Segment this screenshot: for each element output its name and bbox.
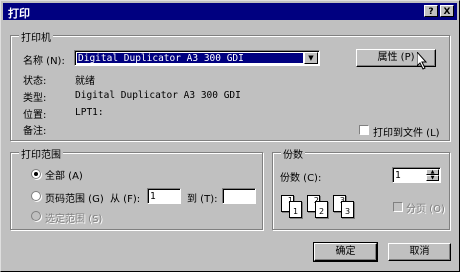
window-title: 打印 xyxy=(8,7,30,20)
all-pages-radio[interactable] xyxy=(31,169,41,179)
print-to-file-label[interactable]: 打印到文件 (L) xyxy=(373,124,440,139)
status-label: 状态: xyxy=(23,76,47,87)
ok-button[interactable]: 确定 xyxy=(313,242,378,262)
page-icon: 3 xyxy=(341,201,354,218)
title-bar[interactable]: 打印 ? X xyxy=(3,3,457,20)
from-value: 1 xyxy=(150,191,156,202)
type-value: Digital Duplicator A3 300 GDI xyxy=(75,90,241,101)
cancel-button[interactable]: 取消 xyxy=(388,243,451,261)
page-icon: 2 xyxy=(315,201,328,218)
to-input[interactable] xyxy=(222,188,256,204)
collate-label[interactable]: 分页 (O) xyxy=(406,200,445,215)
printer-name-combobox[interactable]: Digital Duplicator A3 300 GDI ▼ xyxy=(74,50,320,66)
print-to-file-checkbox[interactable] xyxy=(359,125,369,135)
printer-group-title: 打印机 xyxy=(19,29,53,44)
page-range-label[interactable]: 页码范围 (G) xyxy=(45,190,104,205)
selection-radio[interactable] xyxy=(31,211,41,221)
from-label: 从 (F): xyxy=(110,194,141,205)
copies-value: 1 xyxy=(395,170,401,181)
page-range-radio[interactable] xyxy=(31,191,41,201)
from-input[interactable]: 1 xyxy=(147,188,181,204)
print-dialog: 打印 ? X 打印机 名称 (N): Digital Duplicator A3… xyxy=(0,0,460,272)
all-pages-label[interactable]: 全部 (A) xyxy=(45,167,83,182)
mouse-pointer-icon xyxy=(417,52,428,70)
close-button[interactable]: X xyxy=(440,5,454,17)
to-label: 到 (T): xyxy=(187,194,218,205)
spin-down-icon[interactable]: ▼ xyxy=(426,175,439,181)
copies-spinner[interactable]: 1 ▲ ▼ xyxy=(392,167,441,183)
comment-label: 备注: xyxy=(23,126,47,137)
copies-label: 份数 (C): xyxy=(280,173,322,184)
copies-group: 份数 xyxy=(272,146,450,230)
where-label: 位置: xyxy=(23,110,47,121)
printer-name-label: 名称 (N): xyxy=(23,56,65,67)
collate-checkbox[interactable] xyxy=(393,202,403,212)
chevron-down-icon[interactable]: ▼ xyxy=(304,52,318,64)
where-value: LPT1: xyxy=(75,107,104,118)
page-icon: 1 xyxy=(289,201,302,218)
type-label: 类型: xyxy=(23,93,47,104)
printer-name-value: Digital Duplicator A3 300 GDI xyxy=(77,53,303,64)
help-button[interactable]: ? xyxy=(424,5,438,17)
spinner-arrows-icon[interactable]: ▲ ▼ xyxy=(426,169,439,181)
selection-label[interactable]: 选定范围 (S) xyxy=(45,210,102,225)
print-range-group-title: 打印范围 xyxy=(19,146,63,161)
copies-group-title: 份数 xyxy=(281,146,305,161)
status-value: 就绪 xyxy=(75,76,95,87)
